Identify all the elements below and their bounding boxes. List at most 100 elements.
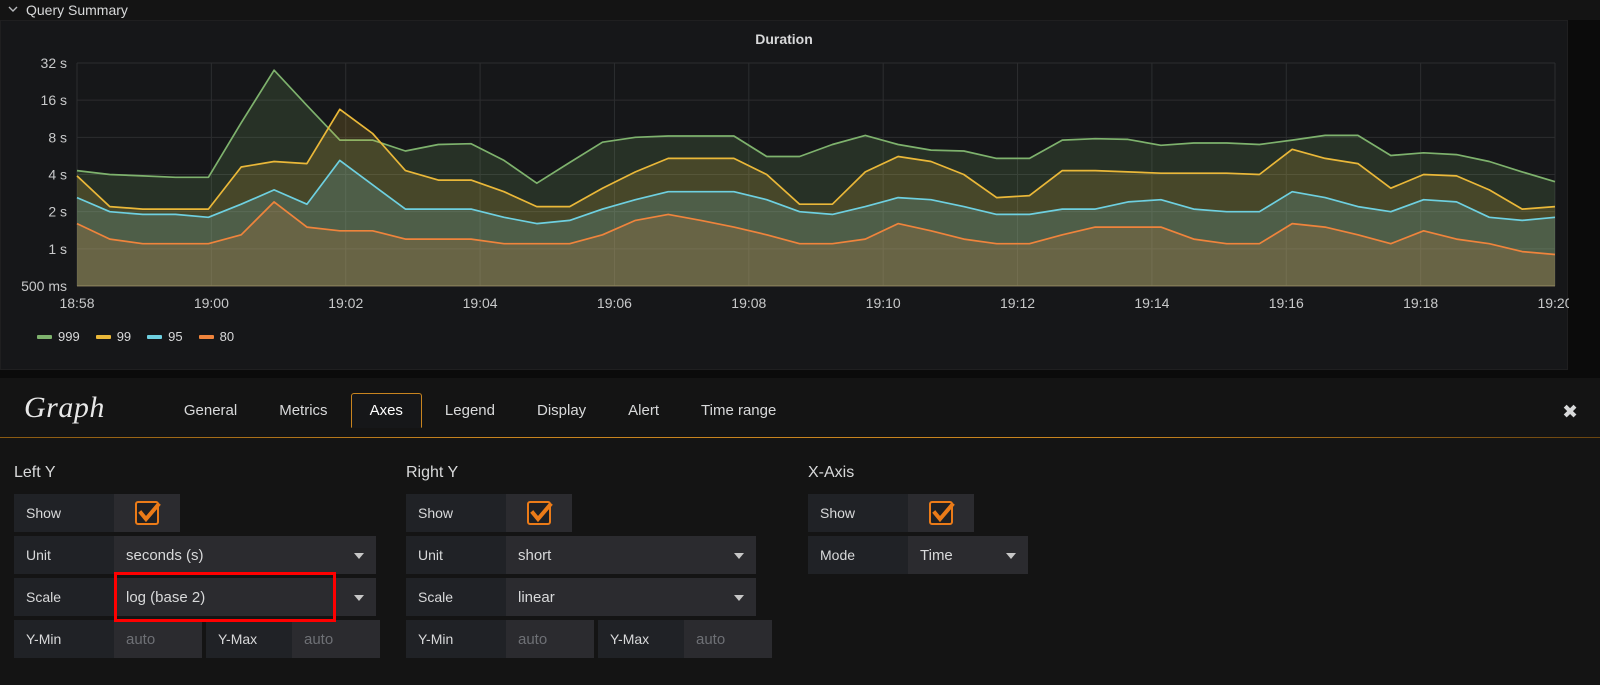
x-axis-mode-value: Time xyxy=(920,547,953,564)
right-y-unit-value: short xyxy=(518,547,551,564)
legend-item[interactable]: 999 xyxy=(37,329,80,344)
x-axis-show-row: Show xyxy=(808,494,1200,532)
right-y-max-label: Y-Max xyxy=(598,620,684,658)
right-y-unit-label: Unit xyxy=(406,536,506,574)
chevron-down-icon xyxy=(354,595,364,601)
tab-display[interactable]: Display xyxy=(518,393,605,428)
x-axis-show-checkbox[interactable] xyxy=(929,501,953,525)
x-tick-label: 19:10 xyxy=(866,295,901,311)
graph-panel: Duration 32 s16 s8 s4 s2 s1 s500 ms18:58… xyxy=(0,20,1568,370)
x-tick-label: 19:06 xyxy=(597,295,632,311)
chevron-down-icon xyxy=(1006,553,1016,559)
panel-title: Duration xyxy=(1,31,1567,47)
x-tick-label: 19:20 xyxy=(1537,295,1569,311)
grafana-graph-editor-screen: Query Summary Duration 32 s 16 s 8 s 4 s 2 s… xyxy=(0,0,1600,685)
right-y-scale-select[interactable]: linear xyxy=(506,578,756,616)
legend-color-swatch xyxy=(147,335,162,339)
right-y-min-label: Y-Min xyxy=(406,620,506,658)
chart-svg: 32 s16 s8 s4 s2 s1 s500 ms18:5819:0019:0… xyxy=(1,47,1569,332)
x-tick-label: 18:58 xyxy=(59,295,94,311)
y-tick-label: 32 s xyxy=(41,55,67,71)
left-y-min-input[interactable]: auto xyxy=(114,620,202,658)
axes-settings: Left Y Show Unit seconds (s) xyxy=(0,438,1600,662)
right-y-scale-label: Scale xyxy=(406,578,506,616)
right-y-show-label: Show xyxy=(406,494,506,532)
query-summary-label: Query Summary xyxy=(26,2,128,18)
left-y-scale-row: Scale log (base 2) xyxy=(14,578,400,616)
chart-legend: 999999580 xyxy=(37,329,234,344)
left-y-show-label: Show xyxy=(14,494,114,532)
close-icon[interactable]: ✖ xyxy=(1562,403,1578,422)
chevron-down-icon xyxy=(734,553,744,559)
y-tick-label: 2 s xyxy=(48,204,67,220)
right-y-scale-row: Scale linear xyxy=(406,578,800,616)
left-y-title: Left Y xyxy=(14,464,400,482)
legend-item[interactable]: 95 xyxy=(147,329,182,344)
y-tick-label: 16 s xyxy=(41,92,67,108)
x-axis-mode-row: Mode Time xyxy=(808,536,1200,574)
left-y-unit-value: seconds (s) xyxy=(126,547,204,564)
left-y-unit-select[interactable]: seconds (s) xyxy=(114,536,376,574)
left-y-min-label: Y-Min xyxy=(14,620,114,658)
left-y-unit-label: Unit xyxy=(14,536,114,574)
chevron-down-icon xyxy=(734,595,744,601)
editor-title: Graph xyxy=(24,391,105,425)
x-axis-mode-select[interactable]: Time xyxy=(908,536,1028,574)
x-tick-label: 19:00 xyxy=(194,295,229,311)
x-tick-label: 19:18 xyxy=(1403,295,1438,311)
left-y-scale-select[interactable]: log (base 2) xyxy=(114,578,376,616)
tab-legend[interactable]: Legend xyxy=(426,393,514,428)
left-y-max-label: Y-Max xyxy=(206,620,292,658)
x-tick-label: 19:14 xyxy=(1134,295,1169,311)
right-y-title: Right Y xyxy=(406,464,800,482)
legend-item[interactable]: 99 xyxy=(96,329,131,344)
tab-general[interactable]: General xyxy=(165,393,256,428)
right-y-scale-value: linear xyxy=(518,589,555,606)
tab-time-range[interactable]: Time range xyxy=(682,393,795,428)
right-y-minmax-row: Y-Min auto Y-Max auto xyxy=(406,620,800,658)
tab-alert[interactable]: Alert xyxy=(609,393,678,428)
x-axis-section: X-Axis Show Mode Time xyxy=(800,464,1200,662)
legend-label: 99 xyxy=(117,329,131,344)
right-y-show-checkbox[interactable] xyxy=(527,501,551,525)
tab-axes[interactable]: Axes xyxy=(351,393,422,428)
x-axis-mode-label: Mode xyxy=(808,536,908,574)
left-y-show-cell[interactable] xyxy=(114,494,180,532)
chevron-down-icon[interactable] xyxy=(8,4,18,14)
x-tick-label: 19:12 xyxy=(1000,295,1035,311)
y-tick-label: 4 s xyxy=(48,167,67,183)
right-y-min-input[interactable]: auto xyxy=(506,620,594,658)
legend-item[interactable]: 80 xyxy=(199,329,234,344)
x-axis-show-cell[interactable] xyxy=(908,494,974,532)
graph-plot-area[interactable]: 32 s16 s8 s4 s2 s1 s500 ms18:5819:0019:0… xyxy=(1,47,1569,332)
x-tick-label: 19:08 xyxy=(731,295,766,311)
legend-color-swatch xyxy=(199,335,214,339)
right-y-unit-select[interactable]: short xyxy=(506,536,756,574)
right-y-unit-row: Unit short xyxy=(406,536,800,574)
right-y-show-cell[interactable] xyxy=(506,494,572,532)
x-tick-label: 19:02 xyxy=(328,295,363,311)
x-tick-label: 19:16 xyxy=(1269,295,1304,311)
y-tick-label: 8 s xyxy=(48,129,67,145)
right-y-max-input[interactable]: auto xyxy=(684,620,772,658)
chevron-down-icon xyxy=(354,553,364,559)
y-tick-label: 500 ms xyxy=(21,278,67,294)
legend-label: 80 xyxy=(220,329,234,344)
legend-label: 999 xyxy=(58,329,80,344)
query-summary-header[interactable]: Query Summary xyxy=(0,0,1600,20)
left-y-max-input[interactable]: auto xyxy=(292,620,380,658)
left-y-section: Left Y Show Unit seconds (s) xyxy=(0,464,400,662)
legend-label: 95 xyxy=(168,329,182,344)
panel-editor: Graph GeneralMetricsAxesLegendDisplayAle… xyxy=(0,378,1600,685)
left-y-unit-row: Unit seconds (s) xyxy=(14,536,400,574)
left-y-show-row: Show xyxy=(14,494,400,532)
x-axis-title: X-Axis xyxy=(808,464,1200,482)
editor-tab-bar: Graph GeneralMetricsAxesLegendDisplayAle… xyxy=(0,378,1600,438)
legend-color-swatch xyxy=(96,335,111,339)
tab-metrics[interactable]: Metrics xyxy=(260,393,346,428)
left-y-show-checkbox[interactable] xyxy=(135,501,159,525)
left-y-scale-label: Scale xyxy=(14,578,114,616)
x-axis-show-label: Show xyxy=(808,494,908,532)
left-y-minmax-row: Y-Min auto Y-Max auto xyxy=(14,620,400,658)
legend-color-swatch xyxy=(37,335,52,339)
